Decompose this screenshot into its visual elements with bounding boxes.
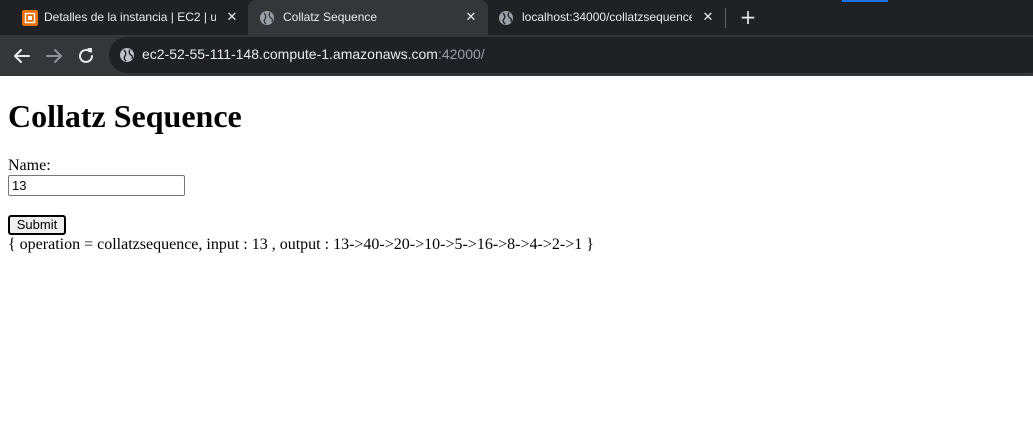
close-icon[interactable]: ✕ [463, 9, 479, 25]
address-bar[interactable]: ec2-52-55-111-148.compute-1.amazonaws.co… [109, 37, 1033, 73]
tab-bar-accent [842, 0, 888, 2]
tab-bar: Detalles de la instancia | EC2 | us ✕ Co… [0, 0, 1033, 35]
forward-arrow-icon[interactable] [43, 45, 65, 67]
tab-title: Detalles de la instancia | EC2 | us [44, 10, 216, 24]
tab-separator [725, 8, 726, 28]
url-text[interactable]: ec2-52-55-111-148.compute-1.amazonaws.co… [142, 46, 485, 62]
globe-icon [260, 11, 274, 25]
url-port: :42000/ [437, 46, 485, 62]
new-tab-button[interactable]: + [737, 6, 759, 28]
submit-button[interactable]: Submit [8, 215, 66, 235]
tab-ec2-instance[interactable]: Detalles de la instancia | EC2 | us ✕ [0, 0, 248, 35]
tab-collatz-sequence[interactable]: Collatz Sequence ✕ [248, 0, 488, 35]
page-content: Collatz Sequence Name: Submit { operatio… [0, 76, 1033, 428]
reload-icon[interactable] [75, 45, 97, 67]
tab-title: localhost:34000/collatzsequence [522, 10, 692, 24]
name-input[interactable] [8, 175, 185, 196]
globe-icon [499, 11, 513, 25]
tab-localhost[interactable]: localhost:34000/collatzsequence ✕ [488, 0, 724, 35]
close-icon[interactable]: ✕ [224, 9, 240, 25]
tab-title: Collatz Sequence [283, 10, 378, 24]
aws-ec2-icon [22, 10, 38, 26]
name-label: Name: [8, 157, 51, 174]
close-icon[interactable]: ✕ [700, 9, 716, 25]
result-text: { operation = collatzsequence, input : 1… [8, 236, 594, 253]
site-info-icon[interactable] [119, 47, 135, 63]
page-title: Collatz Sequence [8, 98, 242, 134]
url-host: ec2-52-55-111-148.compute-1.amazonaws.co… [142, 46, 438, 62]
back-arrow-icon[interactable] [11, 45, 33, 67]
